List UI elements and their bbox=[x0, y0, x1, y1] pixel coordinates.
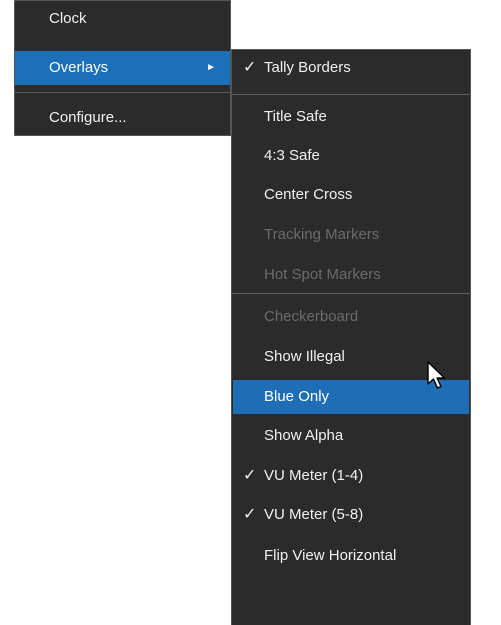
menu-item-configure[interactable]: Configure... bbox=[15, 101, 230, 135]
submenu-item-label: VU Meter (1-4) bbox=[264, 467, 364, 484]
menu-item-label: Overlays bbox=[49, 59, 109, 76]
menu-separator bbox=[232, 94, 470, 95]
context-menu: Clock Overlays ► Configure... bbox=[14, 0, 231, 136]
submenu-item-label: VU Meter (5-8) bbox=[264, 506, 364, 523]
submenu-item-show-alpha[interactable]: Show Alpha bbox=[233, 419, 469, 453]
submenu-item-label: Checkerboard bbox=[264, 308, 359, 325]
submenu-item-vu-meter-1-4[interactable]: ✓ VU Meter (1-4) bbox=[233, 459, 469, 493]
submenu-item-label: Title Safe bbox=[264, 108, 327, 125]
submenu-item-hot-spot-markers: Hot Spot Markers bbox=[233, 258, 469, 292]
submenu-item-center-cross[interactable]: Center Cross bbox=[233, 178, 469, 212]
menu-separator bbox=[15, 92, 230, 93]
submenu-item-label: Show Illegal bbox=[264, 348, 345, 365]
submenu-item-label: 4:3 Safe bbox=[264, 147, 320, 164]
submenu-item-tally-borders[interactable]: ✓ Tally Borders bbox=[233, 51, 469, 85]
submenu-item-tracking-markers: Tracking Markers bbox=[233, 218, 469, 252]
submenu-arrow-icon: ► bbox=[206, 62, 216, 73]
checkmark-icon: ✓ bbox=[243, 506, 257, 523]
submenu-item-vu-meter-5-8[interactable]: ✓ VU Meter (5-8) bbox=[233, 498, 469, 532]
menu-item-clock[interactable]: Clock bbox=[15, 2, 230, 36]
overlays-submenu: ✓ Tally Borders Title Safe 4:3 Safe Center C… bbox=[231, 49, 471, 625]
submenu-item-label: Tally Borders bbox=[264, 59, 351, 76]
submenu-item-checkerboard: Checkerboard bbox=[233, 300, 469, 334]
submenu-item-label: Blue Only bbox=[264, 388, 330, 405]
checkmark-icon: ✓ bbox=[243, 59, 257, 76]
mouse-cursor-icon bbox=[427, 361, 446, 389]
submenu-item-4-3-safe[interactable]: 4:3 Safe bbox=[233, 139, 469, 173]
submenu-item-flip-view-horizontal[interactable]: Flip View Horizontal bbox=[233, 539, 469, 573]
menu-item-label: Clock bbox=[49, 10, 87, 27]
menu-item-label: Configure... bbox=[49, 109, 127, 126]
submenu-item-label: Hot Spot Markers bbox=[264, 266, 381, 283]
menu-item-overlays[interactable]: Overlays ► bbox=[15, 51, 230, 85]
submenu-item-label: Show Alpha bbox=[264, 427, 344, 444]
menu-separator bbox=[232, 293, 470, 294]
submenu-item-label: Center Cross bbox=[264, 186, 353, 203]
submenu-item-label: Flip View Horizontal bbox=[264, 547, 397, 564]
submenu-item-title-safe[interactable]: Title Safe bbox=[233, 100, 469, 134]
submenu-item-label: Tracking Markers bbox=[264, 226, 380, 243]
checkmark-icon: ✓ bbox=[243, 467, 257, 484]
